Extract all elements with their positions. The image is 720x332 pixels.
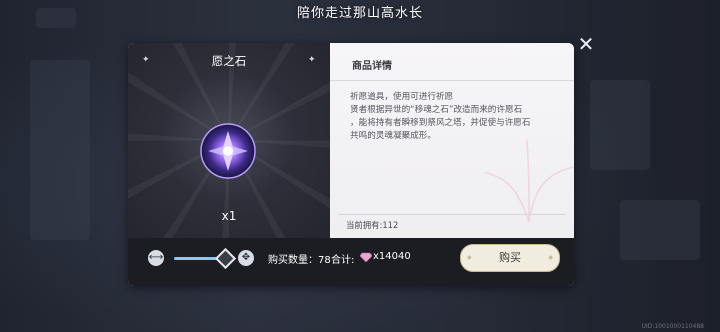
- item-preview-panel: ✦ ✦ 愿之石 x1: [128, 43, 330, 238]
- description-line: ，能将持有者瞬移到祭风之塔，并促使与许愿石: [350, 118, 531, 128]
- gem-icon: [360, 252, 372, 262]
- total-label: 合计:: [331, 255, 355, 266]
- owned-count: 当前拥有:112: [346, 220, 399, 230]
- owned-bar: 当前拥有:112: [338, 214, 566, 233]
- buy-button[interactable]: 购买: [460, 244, 560, 272]
- page-title: 陪你走过那山高水长: [296, 6, 423, 21]
- details-title: 商品详情: [352, 61, 392, 72]
- details-panel: 商品详情 祈愿道具，使用可进行祈愿 贤者根据异世的“移魂之石”改造而来的许愿石 …: [330, 43, 574, 238]
- description-line: 贤者根据异世的“移魂之石”改造而来的许愿石: [350, 105, 523, 115]
- purchase-bar: ⟷ ✥ 购买数量：78 合计: x14040 购买: [128, 238, 574, 286]
- item-description: 祈愿道具，使用可进行祈愿 贤者根据异世的“移魂之石”改造而来的许愿石 ，能将持有…: [350, 91, 562, 143]
- description-line: 共鸣的灵魂凝聚成形。: [350, 131, 436, 141]
- decrease-quantity-button[interactable]: ⟷: [148, 250, 164, 266]
- increase-quantity-button[interactable]: ✥: [238, 250, 254, 266]
- close-icon[interactable]: ✕: [576, 34, 596, 54]
- wish-stone-orb-icon: [200, 123, 256, 179]
- item-quantity: x1: [221, 209, 237, 223]
- total-price: x14040: [373, 251, 411, 262]
- quantity-slider-handle[interactable]: [215, 247, 237, 270]
- description-line: 祈愿道具，使用可进行祈愿: [350, 92, 454, 102]
- purchase-quantity: 购买数量：78: [268, 255, 331, 266]
- details-header: 商品详情: [330, 43, 574, 81]
- purchase-dialog: ✦ ✦ 愿之石 x1 商品详情 祈愿道具，使用可进行祈愿 贤者根据异世的“移魂之…: [128, 43, 574, 286]
- user-id: UID:1001000110488: [641, 323, 704, 330]
- item-name: 愿之石: [211, 54, 247, 68]
